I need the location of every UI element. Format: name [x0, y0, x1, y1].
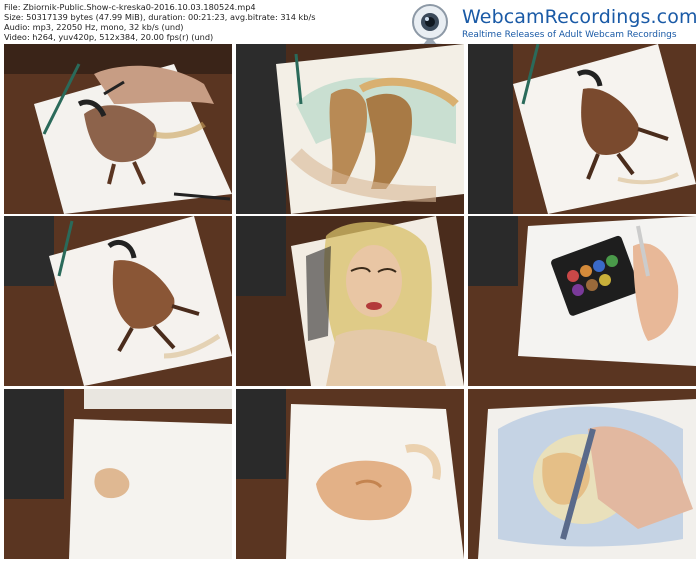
thumbnail-9 — [468, 389, 696, 559]
file-info: File: Zbiornik-Public.Show-c-kreska0-201… — [4, 2, 316, 42]
brand-logo: WebcamRecordings.com — [462, 6, 698, 28]
thumbnail-6 — [468, 216, 696, 386]
thumbnail-7 — [4, 389, 232, 559]
thumbnail-4 — [4, 216, 232, 386]
thumbnail-1 — [4, 44, 232, 214]
thumbnail-3 — [468, 44, 696, 214]
file-line: File: Zbiornik-Public.Show-c-kreska0-201… — [4, 2, 256, 12]
video-line: Video: h264, yuv420p, 512x384, 20.00 fps… — [4, 32, 214, 42]
thumbnail-8 — [236, 389, 464, 559]
thumbnail-2 — [236, 44, 464, 214]
brand-tagline: Realtime Releases of Adult Webcam Record… — [462, 30, 677, 40]
thumbnail-5 — [236, 216, 464, 386]
audio-line: Audio: mp3, 22050 Hz, mono, 32 kb/s (und… — [4, 22, 184, 32]
size-line: Size: 50317139 bytes (47.99 MiB), durati… — [4, 12, 316, 22]
